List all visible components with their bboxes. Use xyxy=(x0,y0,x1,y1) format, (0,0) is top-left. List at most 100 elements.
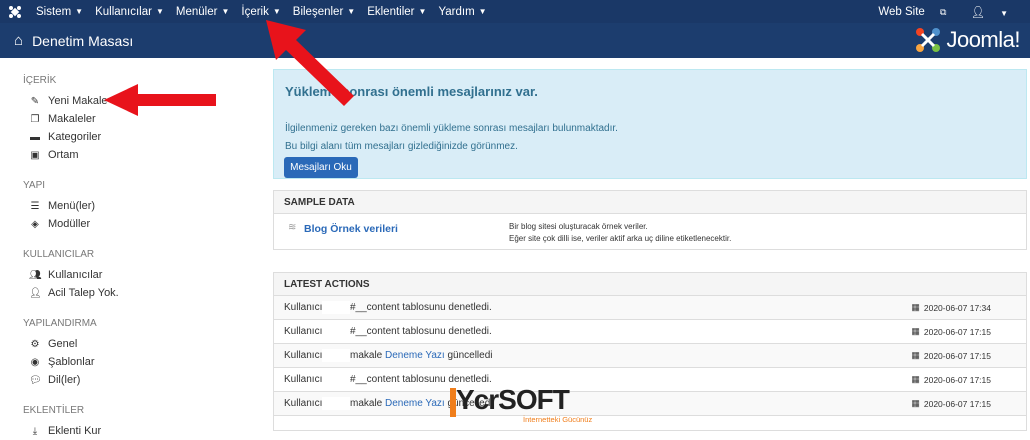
menu-label: Kullanıcılar xyxy=(95,5,152,18)
sidebar-item-label: Dil(ler) xyxy=(48,374,81,386)
caret-down-icon: ▼ xyxy=(75,7,84,16)
sidebar-item-label: Ortam xyxy=(48,149,79,161)
action-date: ▦ 2020-06-07 17:15 xyxy=(911,398,991,409)
action-date: ▦ 2020-06-07 17:15 xyxy=(911,350,991,361)
menu-sistem[interactable]: Sistem ▼ xyxy=(30,0,89,23)
menu-label: Bileşenler xyxy=(292,5,344,18)
action-date: ▦ 2020-06-07 17:15 xyxy=(911,326,991,337)
menu-label: Sistem xyxy=(36,5,72,18)
sidebar-item-diller[interactable]: 💬︎ Dil(ler) xyxy=(0,371,260,389)
blog-sample-link[interactable]: Blog Örnek verileri xyxy=(304,223,398,235)
caret-down-icon: ▼ xyxy=(418,7,427,16)
action-date-text: 2020-06-07 17:15 xyxy=(923,374,991,385)
action-text: #__content tablosunu denetledi. xyxy=(350,326,492,337)
sidebar-item-kategoriler[interactable]: ▬ Kategoriler xyxy=(0,128,260,146)
external-link-icon: ⧉ xyxy=(940,6,947,17)
calendar-icon: ▦ xyxy=(911,326,920,336)
top-menu: Sistem ▼ Kullanıcılar ▼ Menüler ▼ İçerik ▼ B… xyxy=(30,0,493,23)
sidebar-item-kullanicilar[interactable]: 👥︎ Kullanıcılar xyxy=(0,266,260,284)
sidebar-item-genel[interactable]: ⚙ Genel xyxy=(0,335,260,353)
menu-kullanicilar[interactable]: Kullanıcılar ▼ xyxy=(89,0,170,23)
action-text: makale xyxy=(350,350,386,361)
sidebar-item-label: Kullanıcılar xyxy=(48,269,103,281)
page-title: Denetim Masası xyxy=(32,32,134,49)
folder-icon: ▬ xyxy=(30,131,40,143)
sidebar-item-label: Modüller xyxy=(48,218,91,230)
sample-desc-2: Eğer site çok dilli ise, veriler aktif a… xyxy=(509,234,732,243)
table-row: Kullanıcı #__content tablosunu denetledi… xyxy=(274,368,1026,392)
redacted-username xyxy=(322,397,350,410)
action-user: Kullanıcı xyxy=(284,398,323,409)
admin-topbar: Sistem ▼ Kullanıcılar ▼ Menüler ▼ İçerik ▼ B… xyxy=(0,0,1030,23)
sidebar-item-eklenti-kur[interactable]: ⤓ Eklenti Kur xyxy=(0,422,260,440)
table-row: Kullanıcı makale Deneme Yazı güncelledi … xyxy=(274,344,1026,368)
action-date-text: 2020-06-07 17:15 xyxy=(923,326,991,337)
joomla-menu-icon[interactable] xyxy=(0,0,30,23)
calendar-icon: ▦ xyxy=(911,398,920,408)
menu-menuler[interactable]: Menüler ▼ xyxy=(170,0,235,23)
sidebar-item-moduller[interactable]: ◈ Modüller xyxy=(0,215,260,233)
action-date: ▦ 2020-06-07 17:34 xyxy=(911,302,991,313)
table-row: Kullanıcı makale Deneme Yazı güncelledi … xyxy=(274,392,1026,416)
action-user: Kullanıcı xyxy=(284,326,323,337)
article-link[interactable]: Deneme Yazı xyxy=(385,398,445,409)
action-message: #__content tablosunu denetledi. xyxy=(350,302,492,313)
article-link[interactable]: Deneme Yazı xyxy=(385,350,445,361)
wifi-icon: ≋ xyxy=(288,222,297,233)
sidebar-item-ortam[interactable]: ▣ Ortam xyxy=(0,146,260,164)
redacted-username xyxy=(322,349,350,362)
menu-yardim[interactable]: Yardım ▼ xyxy=(432,0,492,23)
action-message: makale Deneme Yazı güncelledi xyxy=(350,350,493,361)
latest-actions-card: LATEST ACTIONS Kullanıcı #__content tabl… xyxy=(273,272,1027,431)
caret-down-icon: ▼ xyxy=(478,7,487,16)
page-header: ⌂ Denetim Masası Joomla! xyxy=(0,23,1030,58)
redacted-username xyxy=(322,301,350,314)
website-link[interactable]: Web Site ⧉ xyxy=(866,6,958,18)
joomla-wordmark: Joomla! xyxy=(946,27,1020,52)
user-menu[interactable]: 👤︎ ▼ xyxy=(958,5,1020,19)
redacted-username xyxy=(322,373,350,386)
sample-data-row: ≋ Blog Örnek verileri Bir blog sitesi ol… xyxy=(274,214,1026,249)
caret-down-icon: ▼ xyxy=(221,7,230,16)
action-user: Kullanıcı xyxy=(284,302,323,313)
sample-data-title: SAMPLE DATA xyxy=(274,191,1026,214)
sidebar-item-label: Menü(ler) xyxy=(48,200,96,212)
watermark-subtitle: İnternetteki Gücünüz xyxy=(523,415,593,424)
sidebar-item-acil-talep[interactable]: 👤︎ Acil Talep Yok. xyxy=(0,284,260,302)
menu-label: Eklentiler xyxy=(367,5,415,18)
action-user: Kullanıcı xyxy=(284,350,323,361)
calendar-icon: ▦ xyxy=(911,302,920,312)
copy-icon: ❐ xyxy=(30,113,40,125)
topbar-right: Web Site ⧉ 👤︎ ▼ xyxy=(866,0,1030,23)
menu-eklentiler[interactable]: Eklentiler ▼ xyxy=(361,0,432,23)
sidebar-item-label: Şablonlar xyxy=(48,356,95,368)
sidebar-item-label: Acil Talep Yok. xyxy=(48,287,119,299)
sidebar-item-label: Eklenti Kur xyxy=(48,425,102,437)
sidebar-item-sablonlar[interactable]: ◉ Şablonlar xyxy=(0,353,260,371)
action-user: Kullanıcı xyxy=(284,374,323,385)
comments-icon: 💬︎ xyxy=(29,374,42,386)
action-text: makale xyxy=(350,398,386,409)
postinstall-alert: Yükleme sonrası önemli mesajlarınız var.… xyxy=(273,69,1027,179)
sidebar-item-label: Kategoriler xyxy=(48,131,102,143)
cube-icon: ◈ xyxy=(31,218,39,230)
user-icon: 👤︎ xyxy=(29,287,42,299)
latest-actions-title: LATEST ACTIONS xyxy=(274,273,1026,296)
download-icon: ⤓ xyxy=(32,425,38,437)
alert-line-2: Bu bilgi alanı tüm mesajları gizlediğini… xyxy=(285,141,518,152)
main-content: Yükleme sonrası önemli mesajlarınız var.… xyxy=(273,58,1030,431)
list-icon: ☰ xyxy=(30,200,40,212)
sidebar-item-menuler[interactable]: ☰ Menü(ler) xyxy=(0,197,260,215)
ycrsoft-watermark: YcrSOFT İnternetteki Gücünüz xyxy=(450,384,600,431)
menu-label: Menüler xyxy=(175,5,218,18)
watermark-text: YcrSOFT xyxy=(456,384,570,415)
action-date-text: 2020-06-07 17:15 xyxy=(923,398,991,409)
caret-down-icon: ▼ xyxy=(1000,8,1008,18)
sidebar-item-label: Makaleler xyxy=(48,113,96,125)
annotation-arrow-up xyxy=(266,20,354,106)
sidebar-section-eklentiler: EKLENTİLER xyxy=(23,405,85,416)
read-messages-button[interactable]: Mesajları Oku xyxy=(284,157,358,178)
sidebar-section-kullanicilar: KULLANICILAR xyxy=(23,249,95,260)
calendar-icon: ▦ xyxy=(911,350,920,360)
sidebar-section-yapilandirma: YAPILANDIRMA xyxy=(23,318,97,329)
